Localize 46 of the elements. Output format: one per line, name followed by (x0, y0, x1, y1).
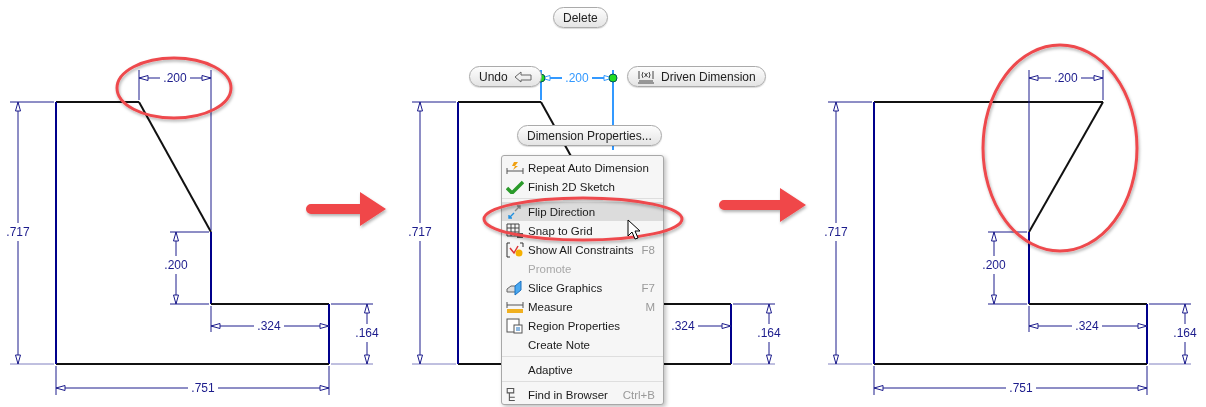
menu-item[interactable]: Measure M (502, 297, 663, 316)
dimension-icon (506, 160, 524, 175)
menu-item[interactable]: Find in Browser Ctrl+B (502, 385, 663, 404)
grid-icon (506, 222, 524, 239)
shortcut-label: M (645, 300, 655, 313)
undo-icon (513, 70, 532, 83)
undo-button[interactable]: Undo (469, 66, 542, 87)
dimension-value[interactable]: .324 (1075, 319, 1099, 333)
dimension-value[interactable]: .200 (163, 71, 187, 85)
slab-icon (506, 279, 524, 296)
ruler-icon (506, 299, 524, 314)
dimension-value[interactable]: .200 (164, 258, 188, 272)
menu-item[interactable]: Repeat Auto Dimension (502, 158, 663, 177)
dimension-properties-button[interactable]: Dimension Properties... (517, 125, 662, 146)
delete-button[interactable]: Delete (553, 7, 608, 28)
dimension-value[interactable]: .324 (671, 319, 695, 333)
menu-item[interactable]: Snap to Grid (502, 221, 663, 240)
dimension-value[interactable]: .164 (757, 326, 781, 340)
dimension-value[interactable]: .717 (824, 225, 848, 239)
driven-dimension-button[interactable]: Driven Dimension (627, 66, 766, 87)
dimension-value[interactable]: .164 (1173, 326, 1197, 340)
shortcut-label: F8 (641, 243, 655, 256)
menu-item[interactable]: Adaptive (502, 360, 663, 379)
shortcut-label: Ctrl+B (622, 388, 655, 401)
dimension-value[interactable]: .751 (1009, 381, 1033, 395)
menu-item[interactable]: Create Note (502, 335, 663, 354)
checkmark-icon (506, 179, 524, 194)
dimension-value[interactable]: .164 (355, 326, 379, 340)
menu-item[interactable]: Show All Constraints F8 (502, 240, 663, 259)
constraint-icon (506, 241, 524, 258)
dimension-value[interactable]: .751 (191, 381, 215, 395)
region-icon (506, 317, 524, 334)
driven-dimension-icon (637, 69, 655, 84)
diagonal-arrows-icon (506, 203, 524, 220)
dimension-value[interactable]: .717 (408, 225, 432, 239)
menu-item[interactable]: Flip Direction (502, 202, 663, 221)
tree-icon (506, 388, 516, 401)
menu-item[interactable]: Region Properties (502, 316, 663, 335)
cursor-icon (627, 219, 641, 240)
dimension-value[interactable]: .324 (257, 319, 281, 333)
dimension-value[interactable]: .200 (982, 258, 1006, 272)
shortcut-label: F7 (641, 281, 655, 294)
menu-item[interactable]: Slice Graphics F7 (502, 278, 663, 297)
dimension-value[interactable]: .717 (6, 225, 30, 239)
menu-item[interactable]: Finish 2D Sketch (502, 177, 663, 196)
dimension-value[interactable]: .200 (1054, 71, 1078, 85)
